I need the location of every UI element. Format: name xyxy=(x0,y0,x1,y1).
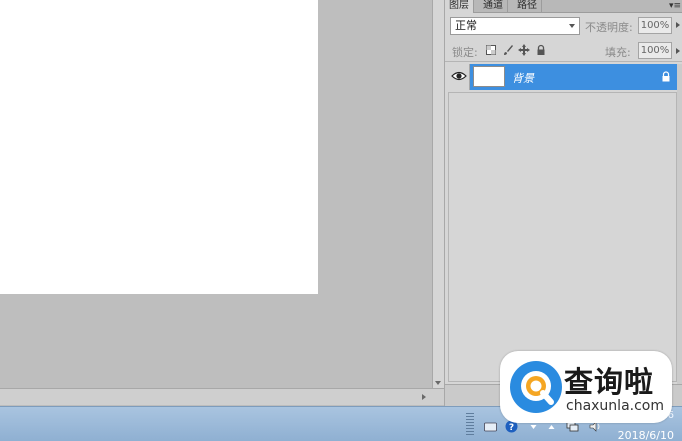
fill-slider-arrow-icon[interactable] xyxy=(676,48,680,54)
tab-channels[interactable]: 通道 xyxy=(479,0,508,13)
layer-visibility-toggle[interactable] xyxy=(448,64,470,90)
layers-panel: 图层 通道 路径 ▾≡ 正常 不透明度: 100% 锁定: 填充: 100% 背… xyxy=(444,0,682,406)
lock-label: 锁定: xyxy=(452,46,478,59)
tab-paths[interactable]: 路径 xyxy=(513,0,542,13)
layers-list-empty-area[interactable] xyxy=(448,92,677,382)
fill-input[interactable]: 100% xyxy=(638,42,672,59)
watermark-title: 查询啦 xyxy=(564,365,655,399)
document-canvas[interactable] xyxy=(0,0,318,294)
lock-image-pixels-brush-icon[interactable] xyxy=(502,44,514,56)
lock-transparent-pixels-icon[interactable] xyxy=(485,44,497,56)
chevron-down-icon xyxy=(569,24,575,28)
vertical-scrollbar[interactable] xyxy=(432,0,444,388)
opacity-input[interactable]: 100% xyxy=(638,17,672,34)
layer-name[interactable]: 背景 xyxy=(512,70,534,86)
tray-grip[interactable] xyxy=(466,413,474,437)
chaxunla-watermark: 查询啦 chaxunla.com xyxy=(500,351,672,423)
chaxunla-logo-icon xyxy=(510,361,562,413)
eye-icon xyxy=(451,71,467,81)
canvas-workspace[interactable] xyxy=(0,0,432,388)
watermark-subtitle: chaxunla.com xyxy=(566,398,664,414)
scroll-right-arrow-icon[interactable] xyxy=(422,394,426,400)
opacity-label: 不透明度: xyxy=(585,21,633,34)
layer-thumbnail[interactable] xyxy=(473,66,505,87)
blend-mode-select[interactable]: 正常 xyxy=(450,17,580,35)
svg-text:?: ? xyxy=(509,423,514,433)
blend-mode-value: 正常 xyxy=(455,19,477,32)
fill-label: 填充: xyxy=(605,46,631,59)
panel-scrollbar[interactable] xyxy=(677,64,682,384)
keyboard-icon[interactable] xyxy=(484,420,497,433)
lock-all-icon[interactable] xyxy=(535,44,547,56)
blend-row: 正常 不透明度: 100% xyxy=(445,16,682,38)
opacity-slider-arrow-icon[interactable] xyxy=(676,22,680,28)
panel-tab-bar: 图层 通道 路径 ▾≡ xyxy=(445,0,682,13)
scroll-down-arrow-icon[interactable] xyxy=(435,381,441,385)
horizontal-scrollbar[interactable] xyxy=(0,388,444,405)
layer-row-background[interactable]: 背景 xyxy=(448,64,677,90)
clock-date[interactable]: 2018/6/10 xyxy=(618,429,674,441)
lock-position-move-icon[interactable] xyxy=(518,44,530,56)
lock-row: 锁定: 填充: 100% xyxy=(445,40,682,62)
tab-layers[interactable]: 图层 xyxy=(445,0,474,13)
panel-menu-icon[interactable]: ▾≡ xyxy=(669,0,681,12)
layer-lock-icon xyxy=(662,71,670,82)
